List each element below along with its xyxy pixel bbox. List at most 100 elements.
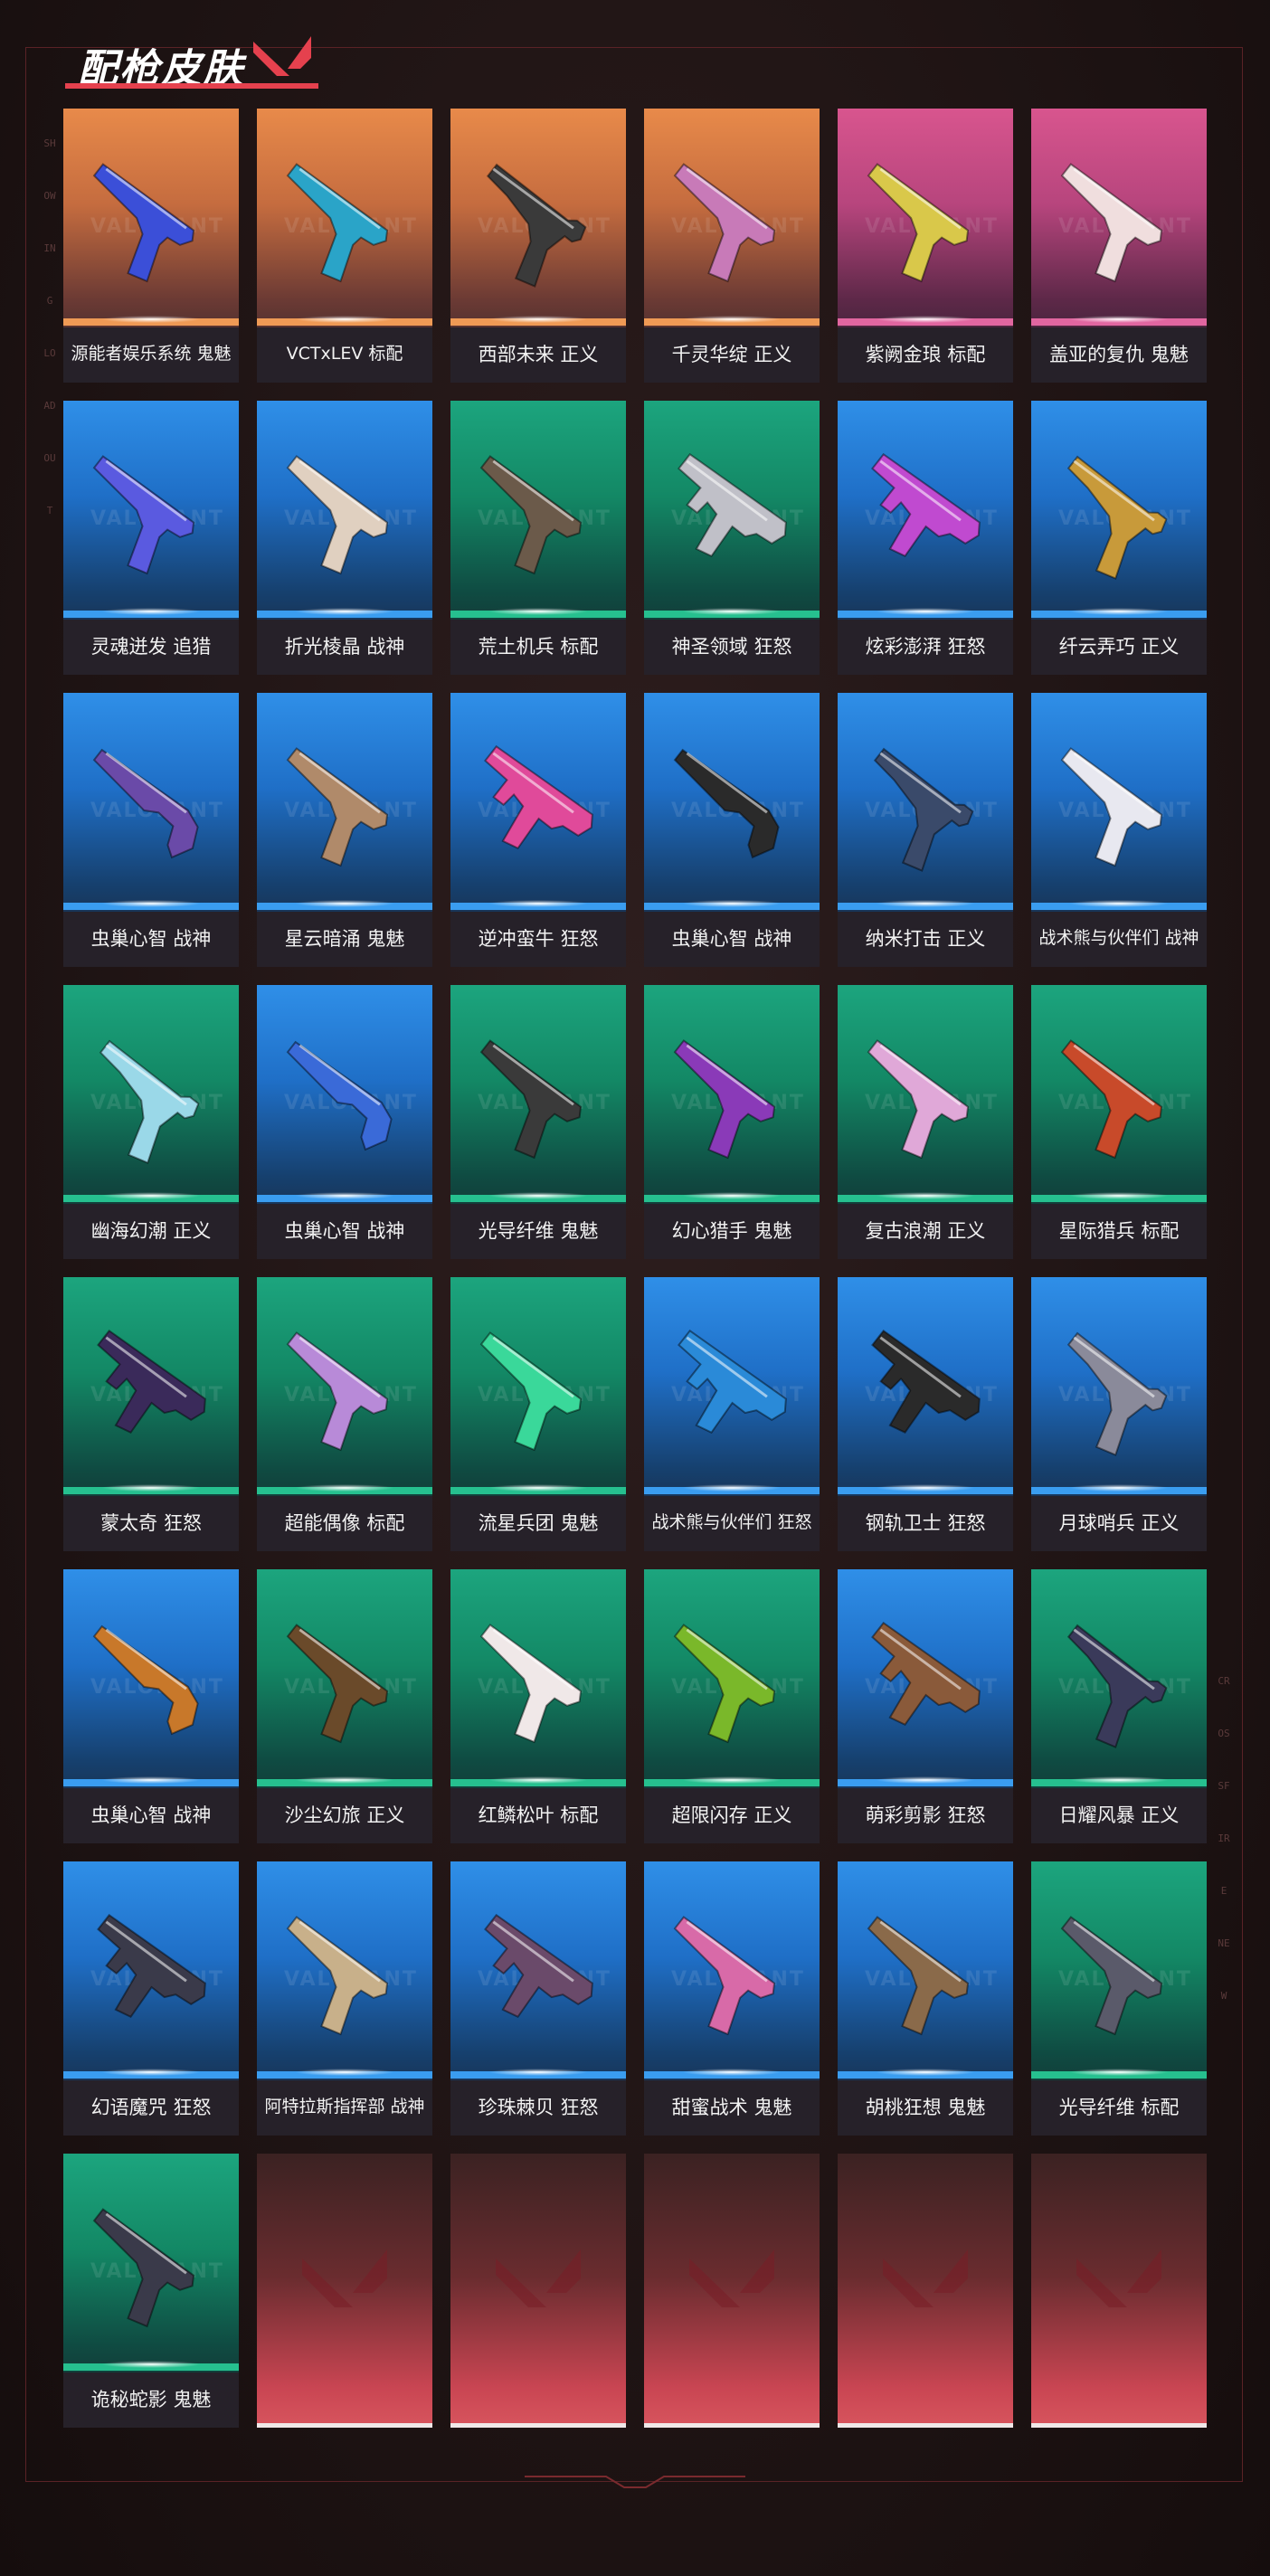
- skin-card[interactable]: VALORANT战术熊与伙伴们 狂怒: [644, 1277, 820, 1551]
- skin-card[interactable]: VALORANTVCTxLEV 标配: [257, 109, 432, 383]
- skin-name: 流星兵团 鬼魅: [478, 1512, 599, 1534]
- skin-card[interactable]: VALORANT虫巢心智 战神: [644, 693, 820, 967]
- skin-name: 光导纤维 标配: [1058, 2097, 1180, 2118]
- rarity-strip: [838, 313, 1013, 327]
- rarity-strip: [257, 1482, 432, 1496]
- skin-card[interactable]: VALORANT流星兵团 鬼魅: [450, 1277, 626, 1551]
- skin-name: 萌彩剪影 狂怒: [865, 1804, 986, 1826]
- skin-card[interactable]: VALORANT灵魂迸发 追猎: [63, 401, 239, 675]
- rarity-glow: [295, 1192, 394, 1199]
- empty-skin-slot[interactable]: [838, 2154, 1013, 2428]
- pistol-icon: [92, 163, 195, 283]
- skin-card[interactable]: VALORANT诡秘蛇影 鬼魅: [63, 2154, 239, 2428]
- rarity-strip: [257, 605, 432, 620]
- skin-card[interactable]: VALORANT战术熊与伙伴们 战神: [1031, 693, 1207, 967]
- rarity-glow: [876, 900, 975, 907]
- rarity-strip: [450, 1189, 626, 1204]
- empty-skin-slot[interactable]: [1031, 2154, 1207, 2428]
- rarity-glow: [876, 1484, 975, 1492]
- rarity-glow: [1069, 316, 1169, 323]
- skin-card[interactable]: VALORANT炫彩澎湃 狂怒: [838, 401, 1013, 675]
- skin-card[interactable]: VALORANT幽海幻潮 正义: [63, 985, 239, 1259]
- skin-card[interactable]: VALORANT蒙太奇 狂怒: [63, 1277, 239, 1551]
- skin-card[interactable]: VALORANT源能者娱乐系统 鬼魅: [63, 109, 239, 383]
- empty-skin-slot[interactable]: [257, 2154, 432, 2428]
- skin-card[interactable]: VALORANT红鳞松叶 标配: [450, 1569, 626, 1843]
- skin-card[interactable]: VALORANT星际猎兵 标配: [1031, 985, 1207, 1259]
- rarity-strip: [450, 605, 626, 620]
- rarity-glow: [101, 1192, 201, 1199]
- skin-card[interactable]: VALORANT纤云弄巧 正义: [1031, 401, 1207, 675]
- skin-card[interactable]: VALORANT沙尘幻旅 正义: [257, 1569, 432, 1843]
- rarity-glow: [682, 2069, 782, 2076]
- right-side-deco-text: CROSSFIRE NEW: [1218, 1675, 1230, 2002]
- skin-name: 灵魂迸发 追猎: [90, 636, 212, 658]
- rarity-glow: [488, 2069, 588, 2076]
- skin-name: 复古浪潮 正义: [865, 1220, 986, 1242]
- skin-card[interactable]: VALORANT盖亚的复仇 鬼魅: [1031, 109, 1207, 383]
- rarity-strip: [1031, 1774, 1207, 1788]
- skin-card[interactable]: VALORANT神圣领域 狂怒: [644, 401, 820, 675]
- skin-card[interactable]: VALORANT纳米打击 正义: [838, 693, 1013, 967]
- skin-name: 日耀风暴 正义: [1058, 1804, 1180, 1826]
- pistol-icon: [286, 163, 389, 283]
- pistol-icon: [479, 1039, 583, 1160]
- skin-card[interactable]: VALORANT虫巢心智 战神: [257, 985, 432, 1259]
- rarity-glow: [1069, 900, 1169, 907]
- frame-bottom-ornament: [525, 2476, 745, 2488]
- pistol-icon: [673, 1916, 776, 2036]
- skin-card[interactable]: VALORANT甜蜜战术 鬼魅: [644, 1861, 820, 2136]
- rarity-glow: [101, 608, 201, 615]
- skin-card[interactable]: VALORANT复古浪潮 正义: [838, 985, 1013, 1259]
- skin-name: 蒙太奇 狂怒: [100, 1512, 202, 1534]
- skin-card[interactable]: VALORANT逆冲蛮牛 狂怒: [450, 693, 626, 967]
- empty-skin-slot[interactable]: [644, 2154, 820, 2428]
- skin-card[interactable]: VALORANT幻语魔咒 狂怒: [63, 1861, 239, 2136]
- skin-card[interactable]: VALORANT超限闪存 正义: [644, 1569, 820, 1843]
- skin-card[interactable]: VALORANT虫巢心智 战神: [63, 1569, 239, 1843]
- revolver-icon: [1066, 1624, 1168, 1748]
- skin-name: 神圣领域 狂怒: [671, 636, 792, 658]
- skin-card[interactable]: VALORANT阿特拉斯指挥部 战神: [257, 1861, 432, 2136]
- smg-icon: [871, 452, 981, 558]
- rarity-glow: [682, 1776, 782, 1784]
- empty-skin-slot[interactable]: [450, 2154, 626, 2428]
- rarity-strip: [644, 605, 820, 620]
- pistol-icon: [286, 1331, 389, 1452]
- skin-card[interactable]: VALORANT超能偶像 标配: [257, 1277, 432, 1551]
- pistol-icon: [92, 2208, 195, 2328]
- skin-card[interactable]: VALORANT星云暗涌 鬼魅: [257, 693, 432, 967]
- skin-card[interactable]: VALORANT日耀风暴 正义: [1031, 1569, 1207, 1843]
- skin-card[interactable]: VALORANT萌彩剪影 狂怒: [838, 1569, 1013, 1843]
- skin-name: 纳米打击 正义: [865, 928, 986, 950]
- smg-icon: [97, 1913, 206, 2019]
- skin-name: 折光棱晶 战神: [284, 636, 405, 658]
- skin-card[interactable]: VALORANT光导纤维 标配: [1031, 1861, 1207, 2136]
- skin-card[interactable]: VALORANT紫阙金琅 标配: [838, 109, 1013, 383]
- skin-card[interactable]: VALORANT西部未来 正义: [450, 109, 626, 383]
- skin-card[interactable]: VALORANT珍珠棘贝 狂怒: [450, 1861, 626, 2136]
- skin-name: 月球哨兵 正义: [1058, 1512, 1180, 1534]
- rarity-glow: [101, 1484, 201, 1492]
- smg-icon: [484, 1913, 593, 2019]
- skin-card[interactable]: VALORANT月球哨兵 正义: [1031, 1277, 1207, 1551]
- skin-card[interactable]: VALORANT荒土机兵 标配: [450, 401, 626, 675]
- skin-card[interactable]: VALORANT千灵华绽 正义: [644, 109, 820, 383]
- revolver-icon: [99, 1039, 200, 1164]
- skin-card[interactable]: VALORANT光导纤维 鬼魅: [450, 985, 626, 1259]
- skin-card[interactable]: VALORANT胡桃狂想 鬼魅: [838, 1861, 1013, 2136]
- skin-name: 虫巢心智 战神: [671, 928, 792, 950]
- skin-name: 阿特拉斯指挥部 战神: [264, 2097, 425, 2117]
- skin-card[interactable]: VALORANT钢轨卫士 狂怒: [838, 1277, 1013, 1551]
- pistol-icon: [92, 455, 195, 575]
- skin-name: 光导纤维 鬼魅: [478, 1220, 599, 1242]
- pistol-icon: [1060, 1039, 1163, 1160]
- empty-slot-bar: [838, 2423, 1013, 2428]
- skin-name: 幽海幻潮 正义: [90, 1220, 212, 1242]
- skin-card[interactable]: VALORANT虫巢心智 战神: [63, 693, 239, 967]
- skin-card[interactable]: VALORANT幻心猎手 鬼魅: [644, 985, 820, 1259]
- skin-name: 钢轨卫士 狂怒: [865, 1512, 986, 1534]
- skin-name: 源能者娱乐系统 鬼魅: [71, 344, 232, 364]
- skin-card[interactable]: VALORANT折光棱晶 战神: [257, 401, 432, 675]
- pistol-icon: [1060, 163, 1163, 283]
